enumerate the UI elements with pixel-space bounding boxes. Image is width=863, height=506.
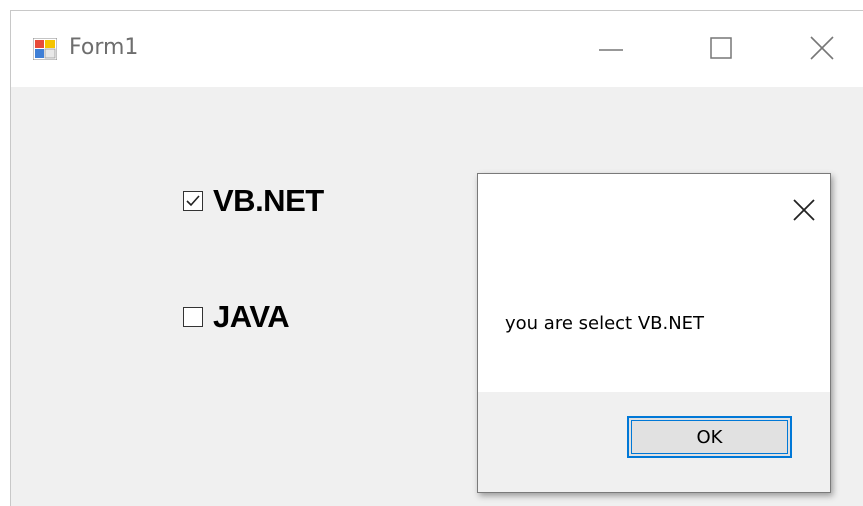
- window-title: Form1: [69, 35, 139, 60]
- ok-button-focus-border: [631, 420, 788, 454]
- maximize-icon: [710, 37, 732, 59]
- checkbox-vbnet-box[interactable]: [183, 191, 203, 211]
- app-form-icon: [33, 38, 57, 60]
- close-icon: [793, 199, 815, 221]
- minimize-icon: [599, 49, 623, 51]
- close-icon: [810, 36, 834, 60]
- message-box-dialog: you are select VB.NET OK: [477, 173, 831, 493]
- checkbox-vbnet-label[interactable]: VB.NET: [213, 183, 324, 219]
- checkbox-vbnet[interactable]: VB.NET: [183, 183, 324, 219]
- dialog-footer: OK: [478, 392, 830, 492]
- minimize-button[interactable]: [581, 29, 641, 69]
- dialog-message: you are select VB.NET: [505, 313, 705, 334]
- title-bar[interactable]: Form1: [11, 11, 863, 87]
- checkbox-java-box[interactable]: [183, 307, 203, 327]
- window-close-button[interactable]: [793, 29, 853, 69]
- maximize-button[interactable]: [691, 29, 751, 69]
- ok-button[interactable]: OK: [627, 416, 792, 458]
- checkbox-java[interactable]: JAVA: [183, 299, 290, 335]
- form1-window: Form1 VB.NET JAVA you are select VB.NET …: [10, 10, 863, 506]
- dialog-close-button[interactable]: [790, 196, 818, 224]
- checkmark-icon: [186, 195, 200, 207]
- checkbox-java-label[interactable]: JAVA: [213, 299, 290, 335]
